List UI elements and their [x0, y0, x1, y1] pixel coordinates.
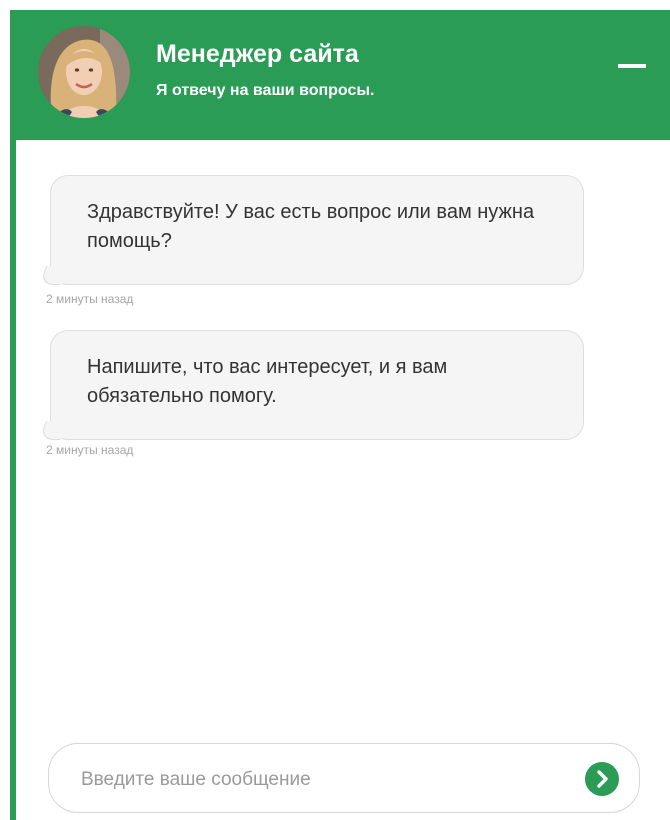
message-list: Здравствуйте! У вас есть вопрос или вам … — [16, 140, 670, 740]
message-input[interactable] — [79, 762, 563, 798]
message-timestamp: 2 минуты назад — [46, 292, 134, 306]
chat-widget: Менеджер сайта Я отвечу на ваши вопросы.… — [10, 10, 670, 820]
chat-header: Менеджер сайта Я отвечу на ваши вопросы. — [10, 10, 670, 140]
message-composer — [48, 743, 640, 813]
manager-avatar — [38, 26, 130, 118]
chevron-right-icon — [597, 770, 608, 788]
send-button[interactable] — [585, 762, 619, 796]
header-title: Менеджер сайта — [156, 40, 359, 68]
header-subtitle: Я отвечу на ваши вопросы. — [156, 82, 375, 99]
message-bubble: Напишите, что вас интересует, и я вам об… — [50, 330, 584, 440]
message-bubble: Здравствуйте! У вас есть вопрос или вам … — [50, 175, 584, 285]
message-timestamp: 2 минуты назад — [46, 443, 134, 457]
avatar-photo — [38, 26, 130, 118]
minimize-icon[interactable] — [616, 54, 650, 78]
